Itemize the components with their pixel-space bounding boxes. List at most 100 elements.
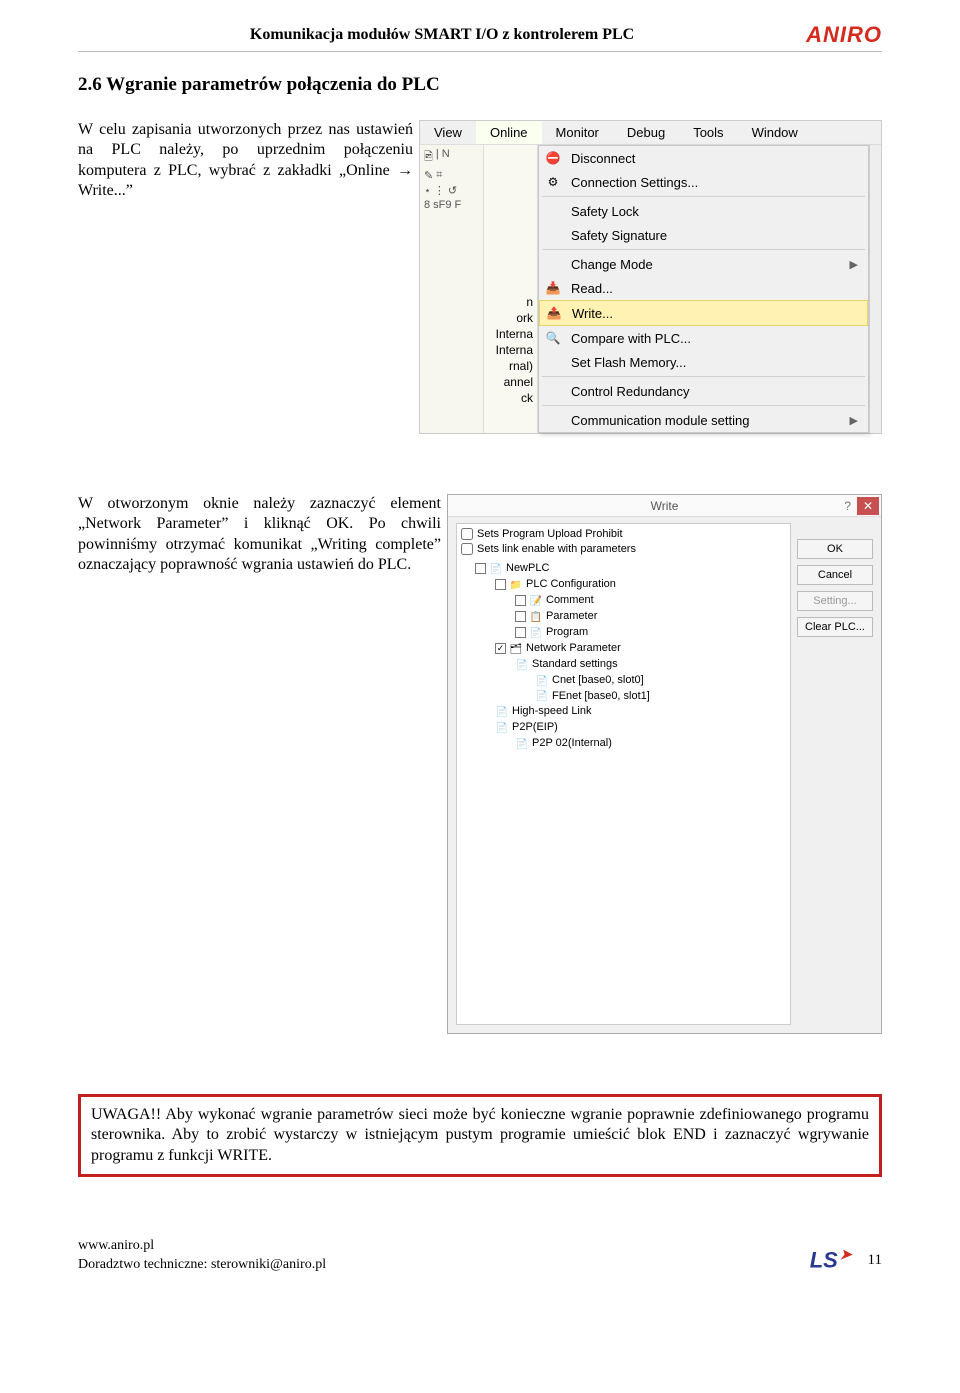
menu-bar: ViewOnlineMonitorDebugToolsWindow [420, 121, 881, 145]
dialog-title: Write [651, 499, 679, 513]
chevron-right-icon: ▶ [850, 258, 858, 271]
tree-icon: 📄 [515, 738, 529, 750]
write-tree: 📄NewPLC📁PLC Configuration📝Comment📋Parame… [461, 561, 786, 752]
menu-communication-module-setting[interactable]: Communication module setting ▶ [539, 408, 868, 432]
tree-node[interactable]: 📄P2P 02(Internal) [461, 736, 786, 752]
menu-label: Connection Settings... [571, 175, 698, 190]
ok-button[interactable]: OK [797, 539, 873, 559]
tree-label: Standard settings [532, 657, 618, 673]
setting-button: Setting... [797, 591, 873, 611]
menu-label: Write... [572, 306, 613, 321]
disconnect-icon-icon: ⛔ [543, 150, 563, 166]
dialog-titlebar: Write ? ✕ [448, 495, 881, 517]
menu-label: Control Redundancy [571, 384, 690, 399]
toolbar-strip: 🖻|N✎⌗⋆⋮↺8sF9F [420, 145, 484, 433]
page-header: Komunikacja modułów SMART I/O z kontrole… [78, 22, 882, 52]
tree-checkbox[interactable] [515, 627, 526, 638]
menu-item-window[interactable]: Window [738, 121, 812, 144]
close-icon[interactable]: ✕ [857, 497, 879, 515]
menu-label: Set Flash Memory... [571, 355, 686, 370]
separator [542, 405, 865, 406]
tree-checkbox[interactable] [515, 611, 526, 622]
settings-icon-icon: ⚙ [543, 174, 563, 190]
tree-label: Cnet [base0, slot0] [552, 673, 644, 689]
tree-node[interactable]: 📄Program [461, 625, 786, 641]
tree-checkbox[interactable] [495, 579, 506, 590]
checkbox-upload-prohibit[interactable]: Sets Program Upload Prohibit [461, 528, 786, 540]
tree-node[interactable]: 📄Cnet [base0, slot0] [461, 673, 786, 689]
tree-label: P2P(EIP) [512, 720, 558, 736]
menu-item-monitor[interactable]: Monitor [542, 121, 613, 144]
tree-checkbox[interactable] [495, 643, 506, 654]
blank-icon [543, 203, 563, 219]
separator [542, 196, 865, 197]
dialog-left-pane: Sets Program Upload Prohibit Sets link e… [456, 523, 791, 1025]
cancel-button[interactable]: Cancel [797, 565, 873, 585]
chevron-right-icon: ▶ [850, 414, 858, 427]
menu-safety-signature[interactable]: Safety Signature [539, 223, 868, 247]
checkbox-link-enable[interactable]: Sets link enable with parameters [461, 543, 786, 555]
footer-site: www.aniro.pl [78, 1237, 326, 1255]
tree-node[interactable]: 📄P2P(EIP) [461, 720, 786, 736]
tree-label: Network Parameter [526, 641, 621, 657]
tree-node[interactable]: 📋Parameter [461, 609, 786, 625]
checkbox-label: Sets Program Upload Prohibit [477, 528, 623, 540]
tree-label: NewPLC [506, 561, 549, 577]
checkbox-label: Sets link enable with parameters [477, 543, 636, 555]
tree-label: Comment [546, 593, 594, 609]
checkbox-input[interactable] [461, 528, 473, 540]
tree-icon: 📄 [529, 627, 543, 639]
menu-label: Compare with PLC... [571, 331, 691, 346]
menu-connection-settings[interactable]: ⚙ Connection Settings... [539, 170, 868, 194]
separator [542, 376, 865, 377]
checkbox-input[interactable] [461, 543, 473, 555]
tree-checkbox[interactable] [515, 595, 526, 606]
menu-item-online[interactable]: Online [476, 121, 542, 144]
menu-safety-lock[interactable]: Safety Lock [539, 199, 868, 223]
footer-support: Doradztwo techniczne: sterowniki@aniro.p… [78, 1256, 326, 1274]
blank-icon [543, 383, 563, 399]
menu-item-debug[interactable]: Debug [613, 121, 679, 144]
menu-set-flash-memory[interactable]: Set Flash Memory... [539, 350, 868, 374]
tree-node[interactable]: 🗂Network Parameter [461, 641, 786, 657]
tree-icon: 📁 [509, 579, 523, 591]
tree-node[interactable]: 📝Comment [461, 593, 786, 609]
menu-disconnect[interactable]: ⛔Disconnect [539, 146, 868, 170]
tree-node[interactable]: 📁PLC Configuration [461, 577, 786, 593]
clear-plc-button[interactable]: Clear PLC... [797, 617, 873, 637]
menu-control-redundancy[interactable]: Control Redundancy [539, 379, 868, 403]
blank-icon [543, 256, 563, 272]
menu-change-mode[interactable]: Change Mode▶ [539, 252, 868, 276]
tree-label: Parameter [546, 609, 597, 625]
tree-icon: 📝 [529, 595, 543, 607]
menu-write[interactable]: 📤Write... [539, 300, 868, 326]
tree-node[interactable]: 📄NewPLC [461, 561, 786, 577]
blank-icon [543, 412, 563, 428]
tree-node[interactable]: 📄FEnet [base0, slot1] [461, 689, 786, 705]
swoosh-icon: ➤ [840, 1246, 852, 1262]
tree-checkbox[interactable] [475, 563, 486, 574]
blank-icon [543, 354, 563, 370]
footer-left: www.aniro.pl Doradztwo techniczne: stero… [78, 1237, 326, 1273]
separator [542, 249, 865, 250]
menu-label: Safety Signature [571, 228, 667, 243]
tree-node[interactable]: 📄High-speed Link [461, 704, 786, 720]
tree-node[interactable]: 📄Standard settings [461, 657, 786, 673]
side-peek [869, 145, 881, 433]
tree-icon: 📄 [535, 690, 549, 702]
header-title: Komunikacja modułów SMART I/O z kontrole… [78, 26, 806, 44]
help-icon[interactable]: ? [844, 499, 851, 513]
menu-label: Read... [571, 281, 613, 296]
paragraph-2: W otworzonym oknie należy zaznaczyć elem… [78, 494, 441, 576]
menu-item-tools[interactable]: Tools [679, 121, 737, 144]
tree-icon: 📋 [529, 611, 543, 623]
menu-item-view[interactable]: View [420, 121, 476, 144]
menu-read[interactable]: 📥 Read... [539, 276, 868, 300]
tree-icon: 🗂 [509, 643, 523, 655]
paragraph-1: W celu zapisania utworzonych przez nas u… [78, 120, 413, 202]
online-dropdown: ⛔Disconnect ⚙ Connection Settings... Safety… [538, 145, 869, 433]
menu-compare-with-plc[interactable]: 🔍Compare with PLC... [539, 326, 868, 350]
project-tree-peek: norkInternaInternarnal)annelck [484, 145, 538, 433]
menu-label: Communication module setting [571, 413, 749, 428]
read-icon-icon: 📥 [543, 280, 563, 296]
